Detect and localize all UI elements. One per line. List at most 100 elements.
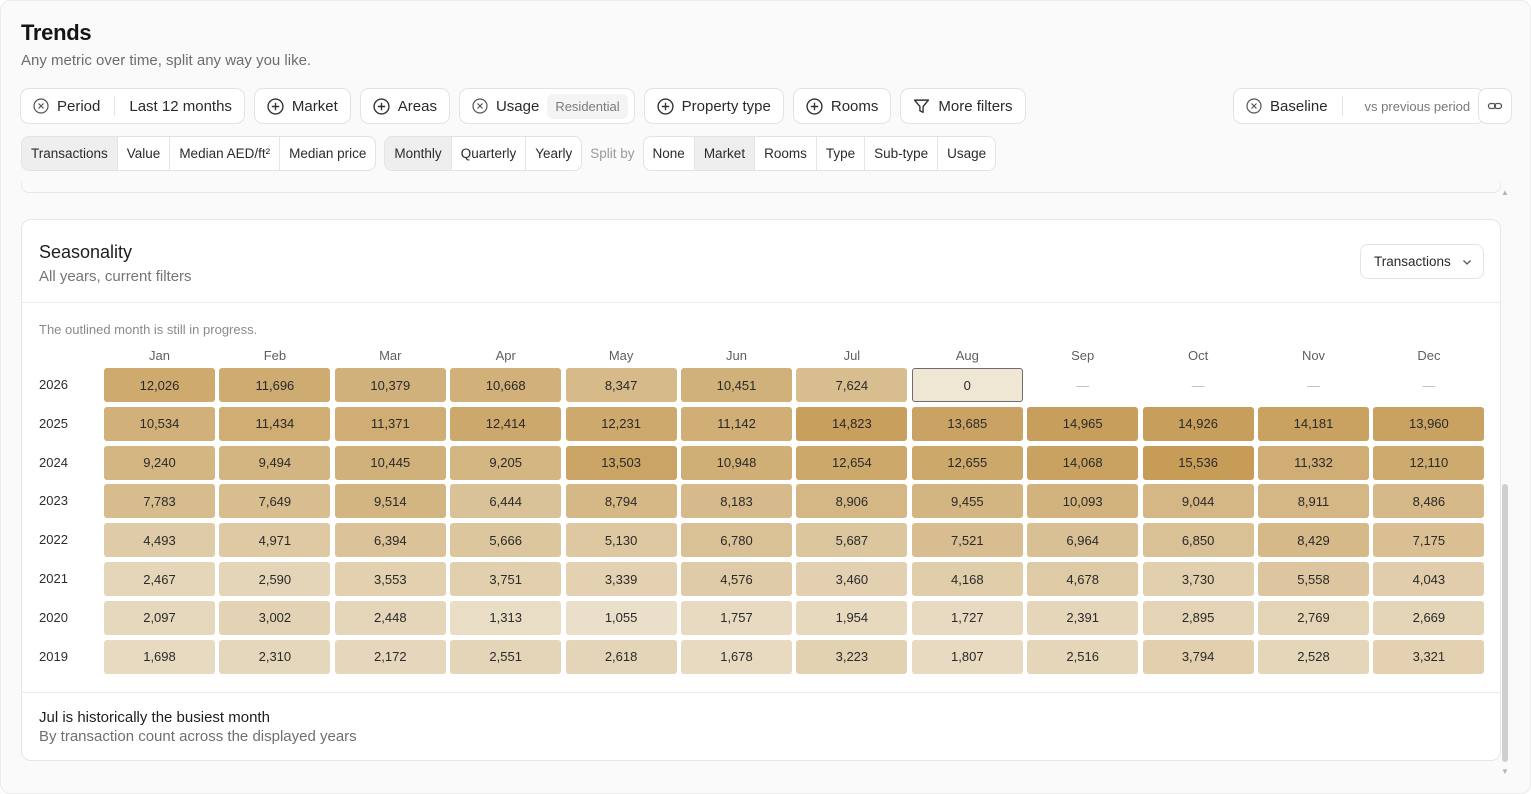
heatmap-cell[interactable]: 3,321 bbox=[1373, 639, 1485, 674]
heatmap-cell[interactable]: 8,347 bbox=[565, 368, 677, 402]
heatmap-cell[interactable]: 6,850 bbox=[1142, 523, 1254, 558]
heatmap-cell[interactable]: 3,751 bbox=[450, 562, 562, 596]
heatmap-cell[interactable]: 12,110 bbox=[1373, 445, 1485, 480]
heatmap-cell[interactable]: 9,494 bbox=[219, 445, 331, 480]
heatmap-cell[interactable]: 12,026 bbox=[104, 368, 215, 402]
copy-link-button[interactable] bbox=[1478, 88, 1512, 124]
heatmap-cell[interactable]: 8,429 bbox=[1258, 523, 1369, 558]
heatmap-cell[interactable]: 2,551 bbox=[450, 639, 562, 674]
heatmap-cell[interactable]: 3,553 bbox=[334, 562, 446, 596]
heatmap-cell[interactable]: 14,823 bbox=[796, 406, 908, 441]
heatmap-cell[interactable]: 5,687 bbox=[796, 523, 908, 558]
heatmap-cell[interactable]: 7,624 bbox=[796, 368, 908, 402]
heatmap-cell[interactable]: 8,911 bbox=[1258, 484, 1369, 519]
heatmap-cell-empty[interactable]: — bbox=[1258, 368, 1369, 402]
heatmap-cell[interactable]: 14,181 bbox=[1258, 406, 1369, 441]
heatmap-cell[interactable]: 2,391 bbox=[1027, 600, 1139, 635]
heatmap-cell[interactable]: 13,960 bbox=[1373, 406, 1485, 441]
heatmap-cell[interactable]: 4,043 bbox=[1373, 562, 1485, 596]
split-option[interactable]: Usage bbox=[938, 137, 995, 170]
heatmap-cell[interactable]: 11,371 bbox=[334, 406, 446, 441]
heatmap-cell[interactable]: 12,655 bbox=[911, 445, 1023, 480]
heatmap-cell[interactable]: 9,455 bbox=[911, 484, 1023, 519]
heatmap-cell[interactable]: 2,528 bbox=[1258, 639, 1369, 674]
heatmap-cell[interactable]: 9,514 bbox=[334, 484, 446, 519]
heatmap-cell[interactable]: 4,678 bbox=[1027, 562, 1139, 596]
split-option[interactable]: Market bbox=[694, 137, 756, 170]
heatmap-cell[interactable]: 3,730 bbox=[1142, 562, 1254, 596]
heatmap-cell-empty[interactable]: — bbox=[1027, 368, 1138, 402]
heatmap-cell[interactable]: 8,794 bbox=[565, 484, 677, 519]
heatmap-cell[interactable]: 11,332 bbox=[1258, 445, 1369, 480]
heatmap-cell[interactable]: 1,055 bbox=[565, 600, 677, 635]
heatmap-cell[interactable]: 2,467 bbox=[104, 562, 215, 596]
usage-filter-chip[interactable]: Usage Residential bbox=[458, 88, 635, 124]
heatmap-cell[interactable]: 11,434 bbox=[219, 406, 331, 441]
heatmap-cell[interactable]: 2,895 bbox=[1142, 600, 1254, 635]
more-filters-button[interactable]: More filters bbox=[900, 88, 1026, 124]
heatmap-cell[interactable]: 14,068 bbox=[1027, 445, 1139, 480]
heatmap-cell[interactable]: 10,451 bbox=[681, 368, 792, 402]
heatmap-cell[interactable]: 3,460 bbox=[796, 562, 908, 596]
heatmap-cell[interactable]: 12,414 bbox=[450, 406, 562, 441]
heatmap-cell[interactable]: 9,044 bbox=[1142, 484, 1254, 519]
metric-dropdown[interactable]: Transactions bbox=[1360, 244, 1484, 279]
heatmap-cell[interactable]: 4,576 bbox=[681, 562, 792, 596]
scroll-down-arrow[interactable]: ▼ bbox=[1501, 767, 1509, 776]
heatmap-cell[interactable]: 11,696 bbox=[219, 368, 331, 402]
heatmap-cell[interactable]: 5,130 bbox=[565, 523, 677, 558]
heatmap-cell-in-progress[interactable]: 0 bbox=[911, 368, 1023, 402]
heatmap-cell[interactable]: 2,618 bbox=[565, 639, 677, 674]
split-option[interactable]: Type bbox=[817, 137, 866, 170]
heatmap-cell[interactable]: 1,698 bbox=[104, 639, 215, 674]
heatmap-cell[interactable]: 3,002 bbox=[219, 600, 331, 635]
heatmap-cell[interactable]: 2,172 bbox=[334, 639, 446, 674]
scrollbar-thumb[interactable] bbox=[1502, 484, 1508, 762]
heatmap-cell[interactable]: 1,954 bbox=[796, 600, 908, 635]
market-filter-chip[interactable]: Market bbox=[253, 88, 351, 124]
heatmap-cell[interactable]: 15,536 bbox=[1142, 445, 1254, 480]
heatmap-cell[interactable]: 12,231 bbox=[565, 406, 677, 441]
heatmap-cell[interactable]: 6,964 bbox=[1027, 523, 1139, 558]
scroll-up-arrow[interactable]: ▲ bbox=[1501, 188, 1509, 197]
heatmap-cell[interactable]: 2,310 bbox=[219, 639, 331, 674]
heatmap-cell[interactable]: 2,669 bbox=[1373, 600, 1485, 635]
heatmap-cell[interactable]: 10,534 bbox=[104, 406, 215, 441]
heatmap-cell[interactable]: 8,906 bbox=[796, 484, 908, 519]
rooms-filter-chip[interactable]: Rooms bbox=[792, 88, 892, 124]
split-option[interactable]: Sub-type bbox=[865, 137, 939, 170]
metric-option[interactable]: Median AED/ft² bbox=[170, 137, 281, 170]
heatmap-cell[interactable]: 2,097 bbox=[104, 600, 215, 635]
heatmap-cell[interactable]: 1,807 bbox=[911, 639, 1023, 674]
heatmap-cell[interactable]: 10,445 bbox=[334, 445, 446, 480]
clear-circle-icon[interactable] bbox=[472, 98, 488, 114]
heatmap-cell[interactable]: 13,685 bbox=[911, 406, 1023, 441]
areas-filter-chip[interactable]: Areas bbox=[359, 88, 450, 124]
heatmap-cell[interactable]: 5,558 bbox=[1258, 562, 1369, 596]
heatmap-cell[interactable]: 7,175 bbox=[1373, 523, 1485, 558]
heatmap-cell[interactable]: 10,668 bbox=[450, 368, 562, 402]
heatmap-cell[interactable]: 13,503 bbox=[565, 445, 677, 480]
heatmap-cell[interactable]: 4,971 bbox=[219, 523, 331, 558]
heatmap-cell[interactable]: 8,486 bbox=[1373, 484, 1485, 519]
heatmap-cell[interactable]: 4,493 bbox=[104, 523, 215, 558]
heatmap-cell[interactable]: 14,965 bbox=[1027, 406, 1139, 441]
period-filter-chip[interactable]: Period Last 12 months bbox=[20, 88, 245, 124]
clear-circle-icon[interactable] bbox=[1246, 98, 1262, 114]
property-type-filter-chip[interactable]: Property type bbox=[643, 88, 784, 124]
heatmap-cell[interactable]: 1,727 bbox=[911, 600, 1023, 635]
baseline-chip[interactable]: Baseline vs previous period bbox=[1233, 88, 1486, 124]
heatmap-cell-empty[interactable]: — bbox=[1373, 368, 1484, 402]
metric-option[interactable]: Transactions bbox=[22, 137, 118, 170]
metric-option[interactable]: Median price bbox=[280, 137, 375, 170]
heatmap-cell[interactable]: 14,926 bbox=[1142, 406, 1254, 441]
heatmap-cell[interactable]: 3,339 bbox=[565, 562, 677, 596]
heatmap-cell[interactable]: 4,168 bbox=[911, 562, 1023, 596]
heatmap-cell-empty[interactable]: — bbox=[1143, 368, 1254, 402]
heatmap-cell[interactable]: 2,590 bbox=[219, 562, 331, 596]
heatmap-cell[interactable]: 1,313 bbox=[450, 600, 562, 635]
heatmap-cell[interactable]: 1,757 bbox=[681, 600, 792, 635]
heatmap-cell[interactable]: 2,448 bbox=[334, 600, 446, 635]
heatmap-cell[interactable]: 7,783 bbox=[104, 484, 215, 519]
heatmap-cell[interactable]: 7,649 bbox=[219, 484, 331, 519]
